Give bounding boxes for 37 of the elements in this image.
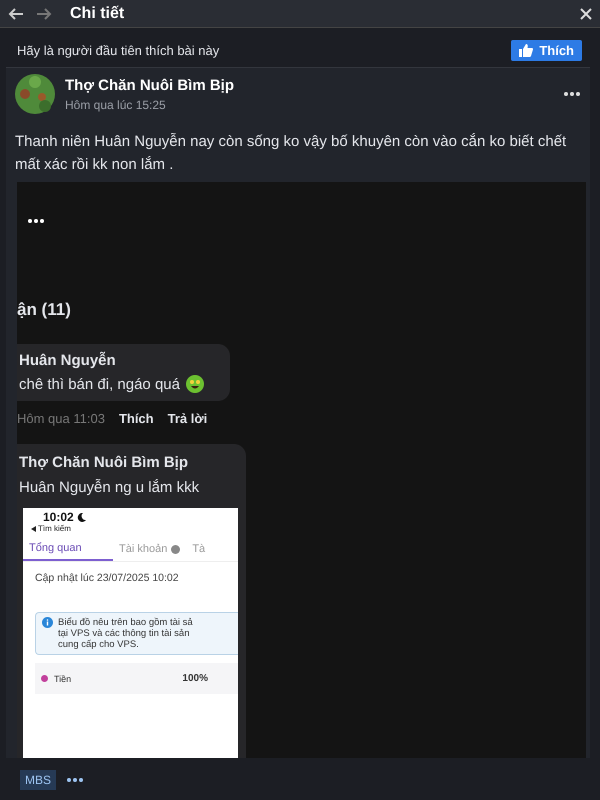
more-icon[interactable] bbox=[563, 91, 581, 97]
more-icon[interactable] bbox=[66, 777, 84, 783]
status-clock: 10:02 bbox=[43, 510, 74, 524]
notice-line: cung cấp cho VPS. bbox=[58, 639, 140, 650]
avatar-icon bbox=[15, 74, 55, 114]
reply-link[interactable]: Trả lời bbox=[168, 411, 208, 426]
commenter-name[interactable]: Huân Nguyễn bbox=[19, 352, 218, 369]
window-title: Chi tiết bbox=[70, 4, 126, 22]
comment-time: Hôm qua 11:03 bbox=[17, 411, 105, 426]
post-text: Thanh niên Huân Nguyễn nay còn sống ko vậy bố khuyên còn vào cắn ko biết chết mất xác rồi kk non lắm . bbox=[14, 132, 568, 175]
like-link[interactable]: Thích bbox=[118, 411, 154, 426]
commenter-name[interactable]: Thợ Chăn Nuôi Bìm Bịp bbox=[19, 454, 246, 471]
more-icon[interactable] bbox=[27, 218, 45, 224]
emoji-icon bbox=[186, 375, 204, 393]
author-name[interactable]: Thợ Chăn Nuôi Bìm Bịp bbox=[65, 76, 553, 94]
moon-icon bbox=[76, 512, 86, 522]
comment-text: Huân Nguyễn ng u lắm kkk bbox=[19, 479, 200, 496]
tag[interactable]: MBS bbox=[20, 770, 56, 790]
like-button[interactable]: Thích bbox=[511, 40, 582, 61]
like-prompt: Hãy là người đầu tiên thích bài này bbox=[17, 43, 220, 58]
tab-label: Tài khoản bbox=[113, 539, 186, 561]
thumbs-up-icon bbox=[519, 44, 534, 57]
tab-label: Tà bbox=[191, 542, 206, 557]
info-icon bbox=[42, 617, 53, 628]
close-icon[interactable] bbox=[580, 8, 592, 20]
back-arrow-icon[interactable] bbox=[8, 6, 24, 20]
back-triangle-icon bbox=[31, 526, 36, 532]
notice-line: Biểu đồ nêu trên bao gồm tài sả bbox=[58, 617, 193, 628]
notice-line: tại VPS và các thông tin tài sản bbox=[58, 628, 190, 639]
post-time: Hôm qua lúc 15:25 bbox=[65, 98, 167, 112]
update-time: Cập nhật lúc 23/07/2025 10:02 bbox=[34, 571, 180, 586]
legend-value: 100% bbox=[182, 673, 208, 684]
comments-heading: ận (11) bbox=[17, 300, 72, 320]
comment-text: chê thì bán đi, ngáo quá bbox=[19, 376, 180, 392]
tab-label: Tổng quan bbox=[23, 539, 113, 561]
forward-arrow-icon[interactable] bbox=[36, 6, 52, 20]
legend-label: Tiền bbox=[54, 674, 72, 684]
